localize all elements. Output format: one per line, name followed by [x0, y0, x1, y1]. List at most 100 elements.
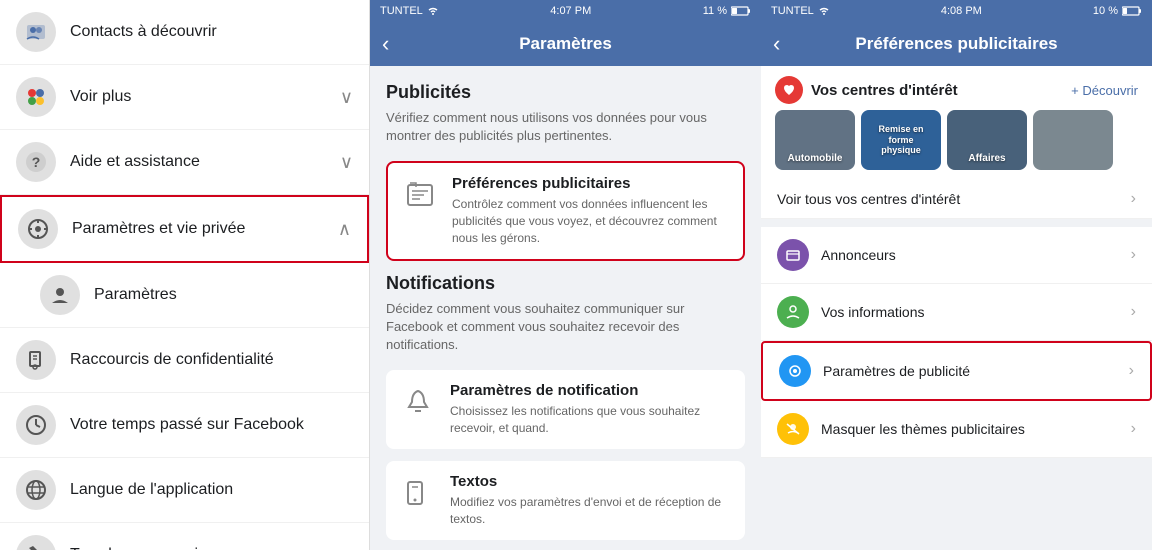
status-bar-1: TUNTEL 4:07 PM 11 %: [370, 0, 761, 22]
interests-title: Vos centres d'intérêt: [811, 82, 1071, 99]
notifications-desc: Décidez comment vous souhaitez communiqu…: [386, 300, 745, 355]
vos-informations-chevron: ›: [1131, 303, 1136, 321]
vos-informations-label: Vos informations: [821, 304, 1131, 320]
masquer-label: Masquer les thèmes publicitaires: [821, 421, 1131, 437]
menu-item-masquer[interactable]: Masquer les thèmes publicitaires ›: [761, 401, 1152, 458]
tile-affaires[interactable]: Affaires: [947, 110, 1027, 170]
params-label: Paramètres: [94, 286, 353, 304]
sidebar-item-parametres-vie[interactable]: Paramètres et vie privée ∧: [0, 195, 369, 263]
see-all-text: Voir tous vos centres d'intérêt: [777, 191, 960, 207]
sidebar-item-langue[interactable]: Langue de l'application: [0, 458, 369, 523]
interest-tiles: Automobile Remise enformephysique Affair…: [761, 110, 1152, 180]
publicites-section: Publicités Vérifiez comment nous utiliso…: [386, 82, 745, 261]
masquer-icon: [777, 413, 809, 445]
raccourcis-label: Raccourcis de confidentialité: [70, 351, 353, 369]
aide-chevron: ∨: [340, 152, 353, 173]
contacts-icon: [16, 12, 56, 52]
tile-extra[interactable]: [1033, 110, 1113, 170]
status-right-1: 11 %: [703, 5, 751, 17]
status-left-1: TUNTEL: [380, 5, 439, 17]
mobile-nav-bar-2: ‹ Préférences publicitaires: [761, 22, 1152, 66]
heart-icon: [775, 76, 803, 104]
interests-header: Vos centres d'intérêt + Découvrir: [761, 66, 1152, 110]
params-pub-label: Paramètres de publicité: [823, 363, 1129, 379]
wifi-icon-1: [427, 6, 439, 16]
params-vie-label: Paramètres et vie privée: [72, 220, 338, 238]
textos-card[interactable]: Textos Modifiez vos paramètres d'envoi e…: [386, 461, 745, 540]
back-button-2[interactable]: ‹: [773, 31, 780, 57]
raccourcis-icon: [16, 340, 56, 380]
params-vie-chevron: ∧: [338, 219, 351, 240]
prefs-content: Vos centres d'intérêt + Découvrir Automo…: [761, 66, 1152, 550]
sidebar-item-temps[interactable]: Votre temps passé sur Facebook: [0, 393, 369, 458]
interests-section: Vos centres d'intérêt + Découvrir Automo…: [761, 66, 1152, 219]
sidebar-item-parametres[interactable]: Paramètres: [0, 263, 369, 328]
prefs-menu-list: Annonceurs › Vos informations › Paramètr…: [761, 227, 1152, 458]
menu-item-vos-informations[interactable]: Vos informations ›: [761, 284, 1152, 341]
facebook-sidebar: Contacts à découvrir Voir plus ∨ ? Aide …: [0, 0, 370, 550]
params-notif-icon: [398, 382, 438, 422]
carrier-2: TUNTEL: [771, 5, 814, 17]
status-bar-2: TUNTEL 4:08 PM 10 %: [761, 0, 1152, 22]
temps-label: Votre temps passé sur Facebook: [70, 416, 353, 434]
params-notif-card[interactable]: Paramètres de notification Choisissez le…: [386, 370, 745, 449]
params-vie-icon: [18, 209, 58, 249]
temps-icon: [16, 405, 56, 445]
battery-icon-1: [731, 6, 751, 16]
textos-text: Textos Modifiez vos paramètres d'envoi e…: [450, 473, 733, 528]
screen-title-2: Préférences publicitaires: [855, 34, 1057, 54]
status-right-2: 10 %: [1093, 5, 1142, 17]
params-icon: [40, 275, 80, 315]
params-pub-icon: [779, 355, 811, 387]
mobile-settings-panel: TUNTEL 4:07 PM 11 % ‹ Paramètres Publici…: [370, 0, 761, 550]
tile-fitness-label: Remise enformephysique: [878, 124, 923, 156]
time-1: 4:07 PM: [550, 5, 591, 17]
params-notif-title: Paramètres de notification: [450, 382, 733, 399]
textos-desc: Modifiez vos paramètres d'envoi et de ré…: [450, 494, 733, 528]
masquer-chevron: ›: [1131, 420, 1136, 438]
sidebar-item-tous-raccourcis[interactable]: Tous les raccourcis: [0, 523, 369, 550]
voir-plus-chevron: ∨: [340, 87, 353, 108]
annonceurs-icon: [777, 239, 809, 271]
interests-add[interactable]: + Découvrir: [1071, 83, 1138, 98]
menu-item-annonceurs[interactable]: Annonceurs ›: [761, 227, 1152, 284]
params-notif-desc: Choisissez les notifications que vous so…: [450, 403, 733, 437]
aide-icon: ?: [16, 142, 56, 182]
notifications-section: Notifications Décidez comment vous souha…: [386, 273, 745, 550]
langue-icon: [16, 470, 56, 510]
params-notif-text: Paramètres de notification Choisissez le…: [450, 382, 733, 437]
see-all-interests[interactable]: Voir tous vos centres d'intérêt ›: [761, 180, 1152, 219]
tile-fitness[interactable]: Remise enformephysique: [861, 110, 941, 170]
vos-informations-icon: [777, 296, 809, 328]
sidebar-item-aide[interactable]: ? Aide et assistance ∨: [0, 130, 369, 195]
menu-item-params-pub[interactable]: Paramètres de publicité ›: [761, 341, 1152, 401]
wifi-icon-2: [818, 6, 830, 16]
svg-text:?: ?: [32, 154, 41, 170]
preferences-pub-desc: Contrôlez comment vos données influencen…: [452, 196, 731, 246]
publicites-title: Publicités: [386, 82, 745, 103]
mobile-nav-bar-1: ‹ Paramètres: [370, 22, 761, 66]
prefs-panel: TUNTEL 4:08 PM 10 % ‹ Préférences public…: [761, 0, 1152, 550]
battery-2: 10 %: [1093, 5, 1118, 17]
params-pub-chevron: ›: [1129, 362, 1134, 380]
sidebar-item-voir-plus[interactable]: Voir plus ∨: [0, 65, 369, 130]
langue-label: Langue de l'application: [70, 481, 353, 499]
preferences-pub-icon: [400, 175, 440, 215]
see-all-chevron: ›: [1131, 190, 1136, 208]
textos-icon: [398, 473, 438, 513]
preferences-pub-text: Préférences publicitaires Contrôlez comm…: [452, 175, 731, 246]
tile-automobile[interactable]: Automobile: [775, 110, 855, 170]
publicites-desc: Vérifiez comment nous utilisons vos donn…: [386, 109, 745, 145]
preferences-pub-card[interactable]: Préférences publicitaires Contrôlez comm…: [386, 161, 745, 260]
battery-icon-2: [1122, 6, 1142, 16]
annonceurs-chevron: ›: [1131, 246, 1136, 264]
tile-affaires-label: Affaires: [968, 153, 1005, 164]
sidebar-item-contacts[interactable]: Contacts à découvrir: [0, 0, 369, 65]
sidebar-item-raccourcis[interactable]: Raccourcis de confidentialité: [0, 328, 369, 393]
voir-plus-label: Voir plus: [70, 88, 340, 106]
status-left-2: TUNTEL: [771, 5, 830, 17]
aide-label: Aide et assistance: [70, 153, 340, 171]
back-button-1[interactable]: ‹: [382, 31, 389, 57]
voir-plus-icon: [16, 77, 56, 117]
notifications-title: Notifications: [386, 273, 745, 294]
